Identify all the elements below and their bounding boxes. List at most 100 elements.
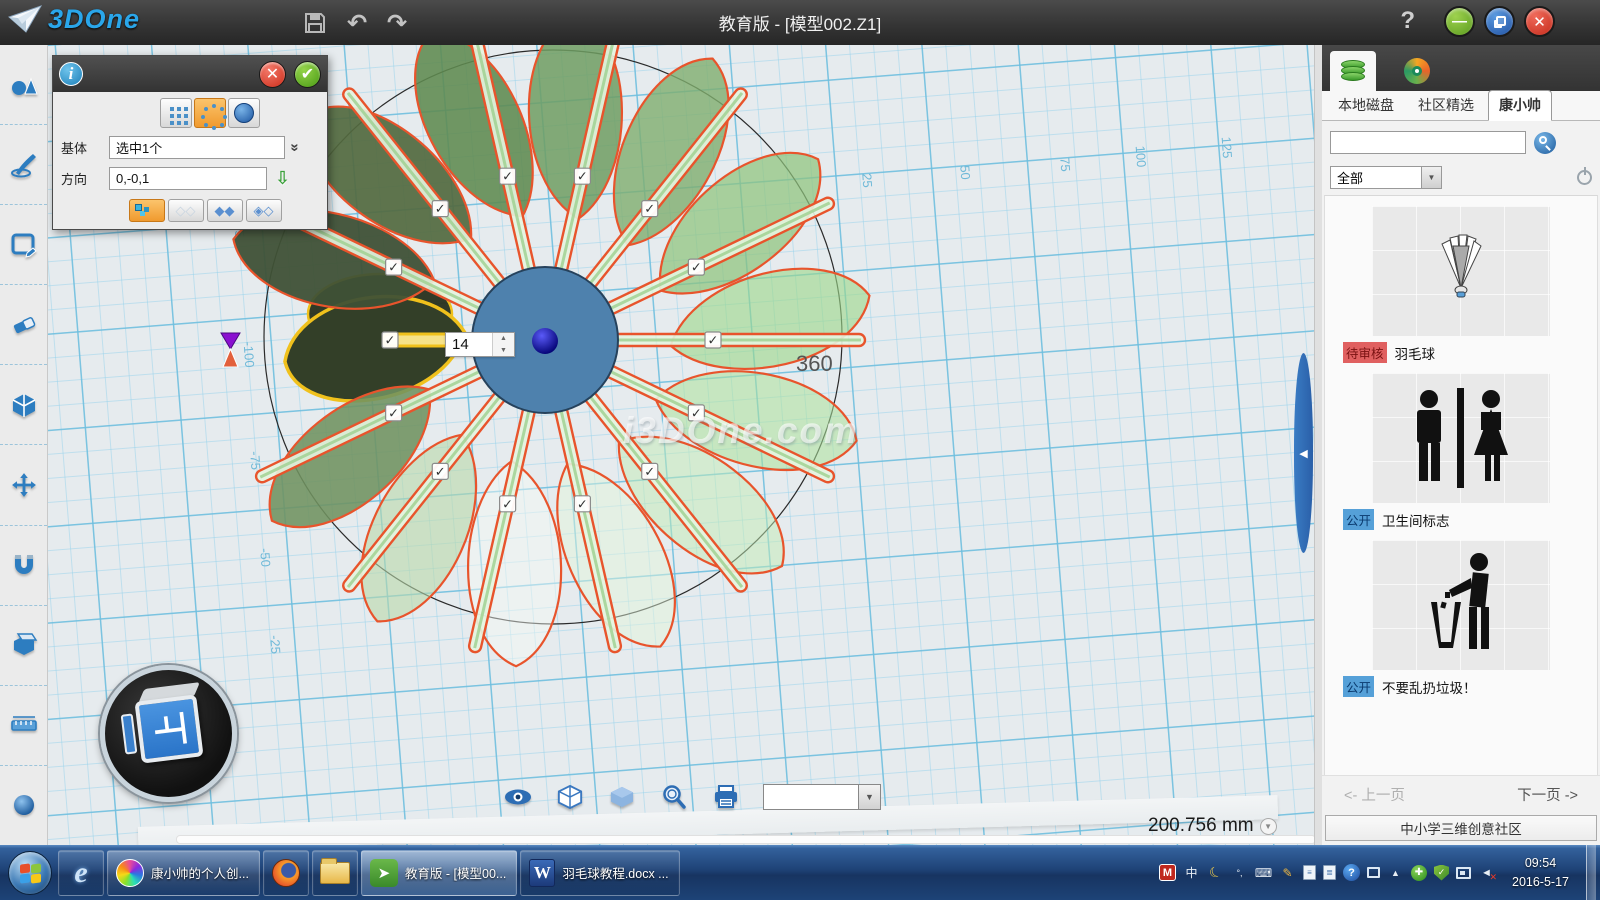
help-button[interactable]: ? bbox=[1400, 7, 1415, 35]
print-icon[interactable] bbox=[711, 783, 741, 811]
pattern-angle-label: 360 bbox=[796, 351, 833, 377]
left-toolbar bbox=[0, 45, 48, 845]
pattern-count-input[interactable] bbox=[446, 333, 492, 356]
taskbar-ie-button[interactable]: e bbox=[58, 850, 104, 896]
title-bar: 3DOne ↶ ↷ 教育版 - [模型002.Z1] ? — ✕ bbox=[0, 0, 1600, 45]
start-button[interactable] bbox=[8, 851, 52, 895]
sidebar-collapse-handle[interactable]: ◀ bbox=[1294, 353, 1313, 553]
tray-window-icon[interactable] bbox=[1367, 867, 1380, 878]
boolean-option-button[interactable]: ◆◆ bbox=[207, 199, 243, 222]
diamonds-icon: ◇◇ bbox=[176, 203, 196, 219]
tray-keyboard-icon[interactable]: ⌨ bbox=[1255, 864, 1272, 881]
tray-shield-icon[interactable]: ✓ bbox=[1434, 865, 1449, 881]
tray-volume-muted-icon[interactable]: ◄ bbox=[1478, 864, 1495, 881]
horizontal-scrollbar[interactable] bbox=[176, 835, 1314, 844]
base-input[interactable]: 选中1个 bbox=[109, 136, 285, 159]
minimize-button[interactable]: — bbox=[1444, 6, 1475, 37]
measure-tool-icon[interactable] bbox=[0, 686, 47, 766]
special-feature-tool-icon[interactable] bbox=[0, 606, 47, 686]
task-label: 羽毛球教程.docx ... bbox=[562, 863, 668, 882]
circular-pattern-button[interactable] bbox=[194, 98, 226, 128]
linear-pattern-button[interactable] bbox=[160, 98, 192, 128]
filter-dropdown[interactable]: 全部 ▼ bbox=[1330, 166, 1442, 189]
trim-tool-icon[interactable] bbox=[0, 285, 47, 365]
boolean-option-button[interactable]: ◇◇ bbox=[168, 199, 204, 222]
tray-expand-icon[interactable]: ▲ bbox=[1387, 864, 1404, 881]
magnet-tool-icon[interactable] bbox=[0, 526, 47, 606]
taskbar-word-task[interactable]: W 羽毛球教程.docx ... bbox=[520, 850, 679, 896]
scale-dropdown-icon[interactable]: ▼ bbox=[1260, 818, 1277, 835]
zoom-icon[interactable] bbox=[659, 783, 689, 811]
spherical-pattern-button[interactable] bbox=[228, 98, 260, 128]
tray-m-icon[interactable]: M bbox=[1159, 864, 1176, 881]
shaded-view-icon[interactable] bbox=[607, 783, 637, 811]
confirm-icon[interactable]: ✔ bbox=[294, 61, 321, 88]
render-tool-icon[interactable] bbox=[0, 766, 47, 845]
library-tab[interactable] bbox=[1330, 51, 1376, 91]
primitives-tool-icon[interactable] bbox=[0, 45, 47, 125]
tab-local-disk[interactable]: 本地磁盘 bbox=[1328, 91, 1404, 120]
community-app-tab[interactable] bbox=[1394, 51, 1440, 91]
svg-text:✓: ✓ bbox=[502, 169, 513, 184]
model-name[interactable]: 不要乱扔垃圾！ bbox=[1382, 677, 1477, 697]
boolean-option-button[interactable]: ◈◇ bbox=[246, 199, 282, 222]
search-input[interactable] bbox=[1330, 131, 1526, 154]
tray-network-icon[interactable] bbox=[1456, 867, 1471, 879]
tray-degree-icon[interactable]: °, bbox=[1231, 864, 1248, 881]
spinner-down-button[interactable]: ▼ bbox=[493, 345, 514, 357]
boolean-add-button[interactable] bbox=[129, 199, 165, 222]
sketch-draw-tool-icon[interactable] bbox=[0, 125, 47, 205]
circular-pattern-icon bbox=[204, 107, 208, 111]
restore-button[interactable] bbox=[1484, 6, 1515, 37]
view-cube[interactable]: 上 bbox=[100, 665, 237, 802]
close-button[interactable]: ✕ bbox=[1524, 6, 1555, 37]
model-thumbnail-restroom-sign[interactable] bbox=[1372, 373, 1550, 503]
cancel-icon[interactable]: ✕ bbox=[259, 61, 286, 88]
community-site-button[interactable]: 中小学三维创意社区 bbox=[1325, 815, 1597, 841]
pattern-dialog-header[interactable]: i ✕ ✔ bbox=[53, 56, 327, 92]
model-name[interactable]: 卫生间标志 bbox=[1382, 510, 1450, 530]
sketch-edit-tool-icon[interactable] bbox=[0, 205, 47, 285]
show-desktop-button[interactable] bbox=[1586, 845, 1596, 900]
taskbar-browser-task[interactable]: 康小帅的个人创... bbox=[107, 850, 260, 896]
move-tool-icon[interactable] bbox=[0, 445, 47, 525]
tray-help-icon[interactable]: ? bbox=[1343, 864, 1360, 881]
model-name[interactable]: 羽毛球 bbox=[1395, 343, 1436, 363]
view-cube-front-face[interactable]: 上 bbox=[134, 694, 203, 763]
view-cube-side-face[interactable] bbox=[121, 713, 138, 754]
pick-direction-icon[interactable]: ⇩ bbox=[275, 168, 290, 189]
tab-user[interactable]: 康小帅 bbox=[1488, 90, 1552, 121]
tray-search-doc-icon[interactable]: ≡ bbox=[1303, 865, 1316, 880]
dropdown-arrow-icon[interactable]: ▼ bbox=[858, 785, 880, 809]
resource-sidebar: 本地磁盘 社区精选 康小帅 全部 ▼ bbox=[1322, 45, 1600, 845]
3d-viewport[interactable]: 25 50 75 100 125 -125 -100 -75 -50 -25 ✓… bbox=[48, 45, 1314, 845]
taskbar-clock[interactable]: 09:54 2016-5-17 bbox=[1502, 854, 1579, 892]
taskbar-3done-task[interactable]: ➤ 教育版 - [模型00... bbox=[361, 850, 517, 896]
taskbar-explorer-button[interactable] bbox=[312, 850, 358, 896]
visibility-eye-icon[interactable] bbox=[503, 783, 533, 811]
power-icon[interactable] bbox=[1577, 170, 1592, 185]
model-thumbnail-shuttlecock[interactable] bbox=[1372, 206, 1550, 336]
tray-ime-icon[interactable]: 中 bbox=[1183, 864, 1200, 881]
feature-tool-icon[interactable] bbox=[0, 365, 47, 445]
info-icon[interactable]: i bbox=[59, 62, 83, 86]
pinwheel-icon bbox=[116, 859, 144, 887]
tab-community-featured[interactable]: 社区精选 bbox=[1408, 91, 1484, 120]
pattern-count-spinner[interactable]: ▲ ▼ bbox=[445, 332, 515, 357]
prev-page-button[interactable]: <- 上一页 bbox=[1344, 784, 1405, 805]
view-preset-dropdown[interactable]: ▼ bbox=[763, 784, 881, 810]
search-icon[interactable] bbox=[1534, 132, 1556, 154]
search-row bbox=[1322, 121, 1600, 158]
spinner-up-button[interactable]: ▲ bbox=[493, 333, 514, 345]
wireframe-view-icon[interactable] bbox=[555, 783, 585, 811]
model-thumbnail-no-littering[interactable] bbox=[1372, 540, 1550, 670]
direction-input[interactable]: 0,-0,1 bbox=[109, 167, 267, 190]
tray-edit-doc-icon[interactable]: ≣ bbox=[1323, 865, 1336, 880]
status-badge: 公开 bbox=[1343, 676, 1374, 697]
tray-antivirus-icon[interactable]: ✚ bbox=[1411, 865, 1427, 881]
tray-pen-icon[interactable]: ✎ bbox=[1279, 864, 1296, 881]
tray-moon-icon[interactable]: ☾ bbox=[1204, 861, 1227, 884]
taskbar-firefox-button[interactable] bbox=[263, 850, 309, 896]
chevron-double-down-icon[interactable]: » bbox=[287, 143, 304, 151]
next-page-button[interactable]: 下一页 -> bbox=[1517, 784, 1578, 805]
